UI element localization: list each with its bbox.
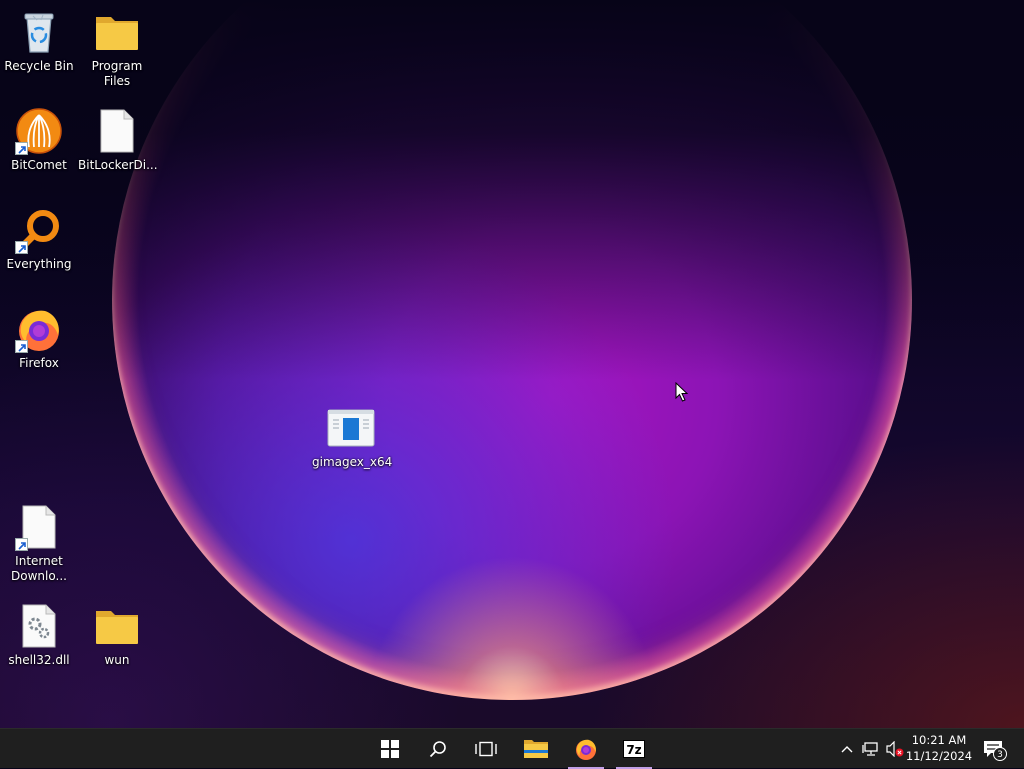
7zip-taskbar-button[interactable]: 7z (610, 729, 658, 769)
desktop-icon-program-files[interactable]: Program Files (78, 2, 156, 89)
shortcut-arrow-icon (15, 142, 28, 155)
chevron-up-icon (841, 746, 853, 753)
clock-time: 10:21 AM (911, 733, 967, 747)
desktop-icon-label: Everything (6, 257, 72, 271)
taskbar: 7z 10:21 AM 11/12/2024 (0, 728, 1024, 769)
start-button[interactable] (366, 729, 414, 769)
desktop-icon-label: BitLockerDi... (78, 158, 158, 172)
search-icon (429, 741, 446, 758)
firefox-icon (576, 739, 596, 760)
file-explorer-icon (524, 740, 548, 758)
desktop[interactable]: Recycle Bin Program Files BitComet BitLo… (0, 0, 1024, 728)
clock[interactable]: 10:21 AM 11/12/2024 (904, 732, 974, 764)
desktop-icon-label: Internet Downlo... (11, 554, 67, 583)
clock-date: 11/12/2024 (905, 749, 973, 763)
desktop-icon-bitlocker[interactable]: BitLockerDi... (78, 101, 158, 173)
mouse-cursor-icon (675, 381, 689, 407)
volume-muted-icon (886, 741, 904, 757)
desktop-icon-internet-download[interactable]: Internet Downlo... (0, 497, 78, 584)
file-icon (15, 503, 63, 551)
search-button[interactable] (414, 729, 462, 769)
task-view-icon (475, 741, 497, 757)
desktop-icon-label: wun (104, 653, 130, 667)
desktop-icon-everything[interactable]: Everything (0, 200, 78, 272)
desktop-icon-label: BitComet (11, 158, 67, 172)
folder-icon (93, 8, 141, 56)
windows-logo-icon (381, 740, 399, 758)
desktop-icon-label: Recycle Bin (4, 59, 74, 73)
desktop-icon-firefox[interactable]: Firefox (0, 299, 78, 371)
desktop-icon-recycle-bin[interactable]: Recycle Bin (0, 2, 78, 74)
task-view-button[interactable] (462, 729, 510, 769)
network-icon (862, 742, 878, 756)
desktop-icon-gimagex[interactable]: gimagex_x64 (312, 398, 393, 470)
desktop-icon-label: Program Files (91, 59, 143, 88)
application-window-icon (327, 404, 375, 452)
recycle-bin-icon (15, 8, 63, 56)
shortcut-arrow-icon (15, 241, 28, 254)
firefox-icon (15, 305, 63, 353)
desktop-icon-wun[interactable]: wun (78, 596, 156, 668)
volume-button[interactable] (884, 729, 906, 769)
dll-file-icon (15, 602, 63, 650)
7zip-label: 7z (626, 743, 642, 757)
bitcomet-icon (15, 107, 63, 155)
folder-icon (93, 602, 141, 650)
notification-count-badge: 3 (993, 747, 1007, 761)
network-status-button[interactable] (860, 729, 882, 769)
file-icon (93, 107, 141, 155)
firefox-taskbar-button[interactable] (562, 729, 610, 769)
everything-search-icon (15, 206, 63, 254)
desktop-icon-bitcomet[interactable]: BitComet (0, 101, 78, 173)
desktop-icon-label: Firefox (19, 356, 59, 370)
show-hidden-icons-button[interactable] (836, 729, 858, 769)
desktop-icon-label: gimagex_x64 (312, 455, 393, 469)
file-explorer-button[interactable] (512, 729, 560, 769)
desktop-icon-label: shell32.dll (8, 653, 70, 667)
shortcut-arrow-icon (15, 340, 28, 353)
7zip-icon: 7z (623, 740, 645, 758)
desktop-icon-shell32[interactable]: shell32.dll (0, 596, 78, 668)
shortcut-arrow-icon (15, 538, 28, 551)
